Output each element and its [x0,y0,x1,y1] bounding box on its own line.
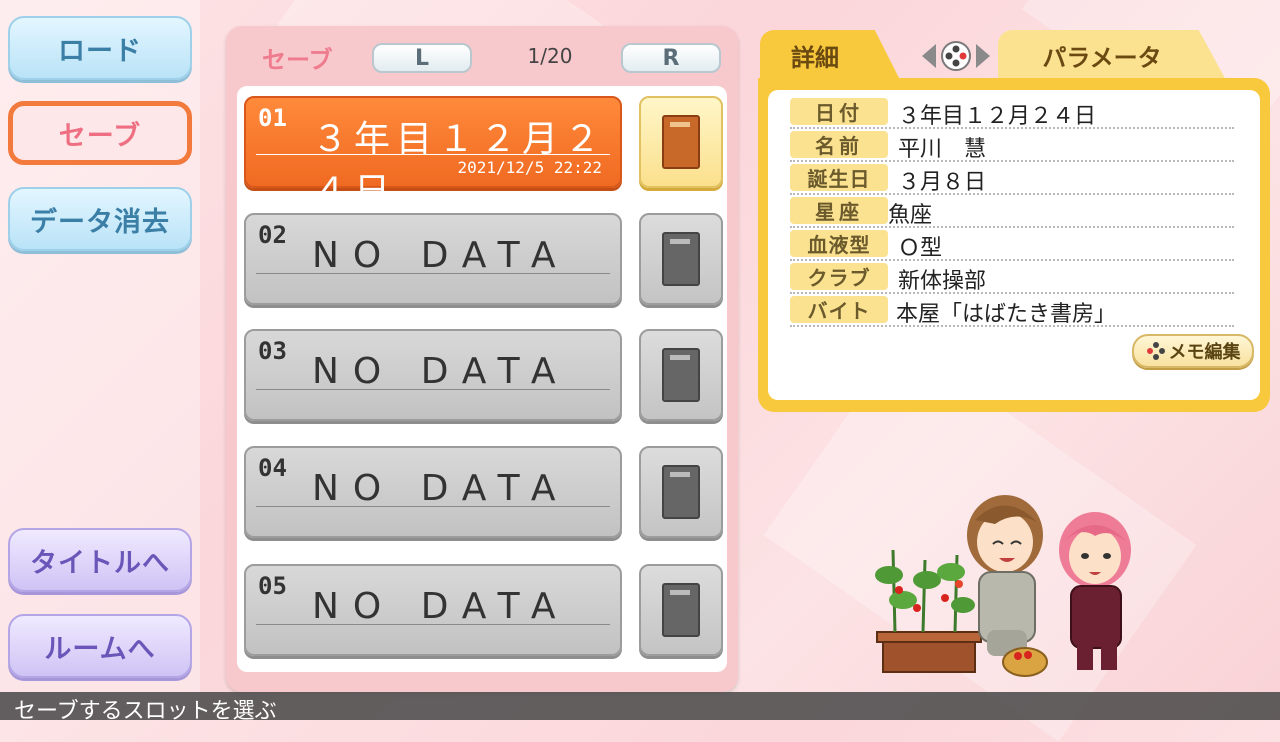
slot-number: 04 [258,454,287,482]
tab-details[interactable]: 詳細 [760,30,900,80]
slot-01-memo-button[interactable] [639,96,723,188]
book-icon [662,465,700,519]
slot-divider [256,273,610,274]
slot-date: 2021/12/5 22:22 [457,158,603,177]
slot-divider [256,154,610,155]
row-value: 魚座 [888,203,933,228]
delete-data-button[interactable]: データ消去 [8,187,192,251]
row-value: 新体操部 [898,269,987,294]
row-value: 本屋「はばたき書房」 [896,302,1117,327]
book-icon [662,232,700,286]
page-left-button[interactable]: L [372,43,472,73]
slot-title: NO DATA [312,235,570,276]
slot-05-memo-button[interactable] [639,564,723,656]
detail-row-name: 名前 平川 慧 [790,129,1234,162]
detail-row-date: 日付 ３年目１２月２４日 [790,96,1234,129]
panel-title: セーブ [262,46,333,74]
to-title-button[interactable]: タイトルへ [8,528,192,592]
slot-04-memo-button[interactable] [639,446,723,538]
row-label: バイト [790,296,888,323]
status-text: セーブするスロットを選ぶ [14,699,277,724]
slot-divider [256,624,610,625]
controller-buttons-icon [1146,342,1165,360]
tab-parameters[interactable]: パラメータ [998,30,1226,80]
characters-illustration [875,495,1131,677]
slot-number: 03 [258,337,287,365]
detail-row-job: バイト 本屋「はばたき書房」 [790,294,1234,327]
slot-03-memo-button[interactable] [639,329,723,421]
book-icon [662,583,700,637]
book-icon [662,348,700,402]
book-icon [662,115,700,169]
save-slot-03[interactable]: 03 NO DATA [244,329,622,421]
row-label: 血液型 [790,230,888,257]
row-label: クラブ [790,263,888,290]
page-number: 1/20 [527,44,573,68]
row-value: Ｏ型 [898,236,943,261]
detail-row-blood-type: 血液型 Ｏ型 [790,228,1234,261]
load-button[interactable]: ロード [8,16,192,80]
slot-title: NO DATA [312,586,570,627]
memo-edit-label: メモ編集 [1168,342,1241,363]
page-right-button[interactable]: R [621,43,721,73]
row-label: 星座 [790,197,888,224]
slot-title: NO DATA [312,468,570,509]
save-slot-02[interactable]: 02 NO DATA [244,213,622,305]
status-bar: セーブするスロットを選ぶ [0,692,1280,724]
tab-switch-icon[interactable] [920,40,992,72]
slot-title: NO DATA [312,351,570,392]
row-label: 日付 [790,98,888,125]
row-value: ３年目１２月２４日 [898,104,1097,129]
detail-row-club: クラブ 新体操部 [790,261,1234,294]
slot-number: 01 [258,104,287,132]
row-value: ３月８日 [898,170,987,195]
slot-divider [256,506,610,507]
save-slot-05[interactable]: 05 NO DATA [244,564,622,656]
save-slot-01[interactable]: 01 ３年目１２月２４日 2021/12/5 22:22 [244,96,622,212]
detail-row-birthday: 誕生日 ３月８日 [790,162,1234,195]
slot-divider [256,389,610,390]
row-label: 名前 [790,131,888,158]
slot-02-memo-button[interactable] [639,213,723,305]
save-slot-04[interactable]: 04 NO DATA [244,446,622,538]
save-button[interactable]: セーブ [8,101,192,165]
slot-number: 02 [258,221,287,249]
detail-row-zodiac: 星座 魚座 [790,195,1234,228]
memo-edit-button[interactable]: メモ編集 [1132,334,1254,368]
to-room-button[interactable]: ルームへ [8,614,192,678]
slot-number: 05 [258,572,287,600]
row-label: 誕生日 [790,164,888,191]
row-value: 平川 慧 [898,137,987,162]
